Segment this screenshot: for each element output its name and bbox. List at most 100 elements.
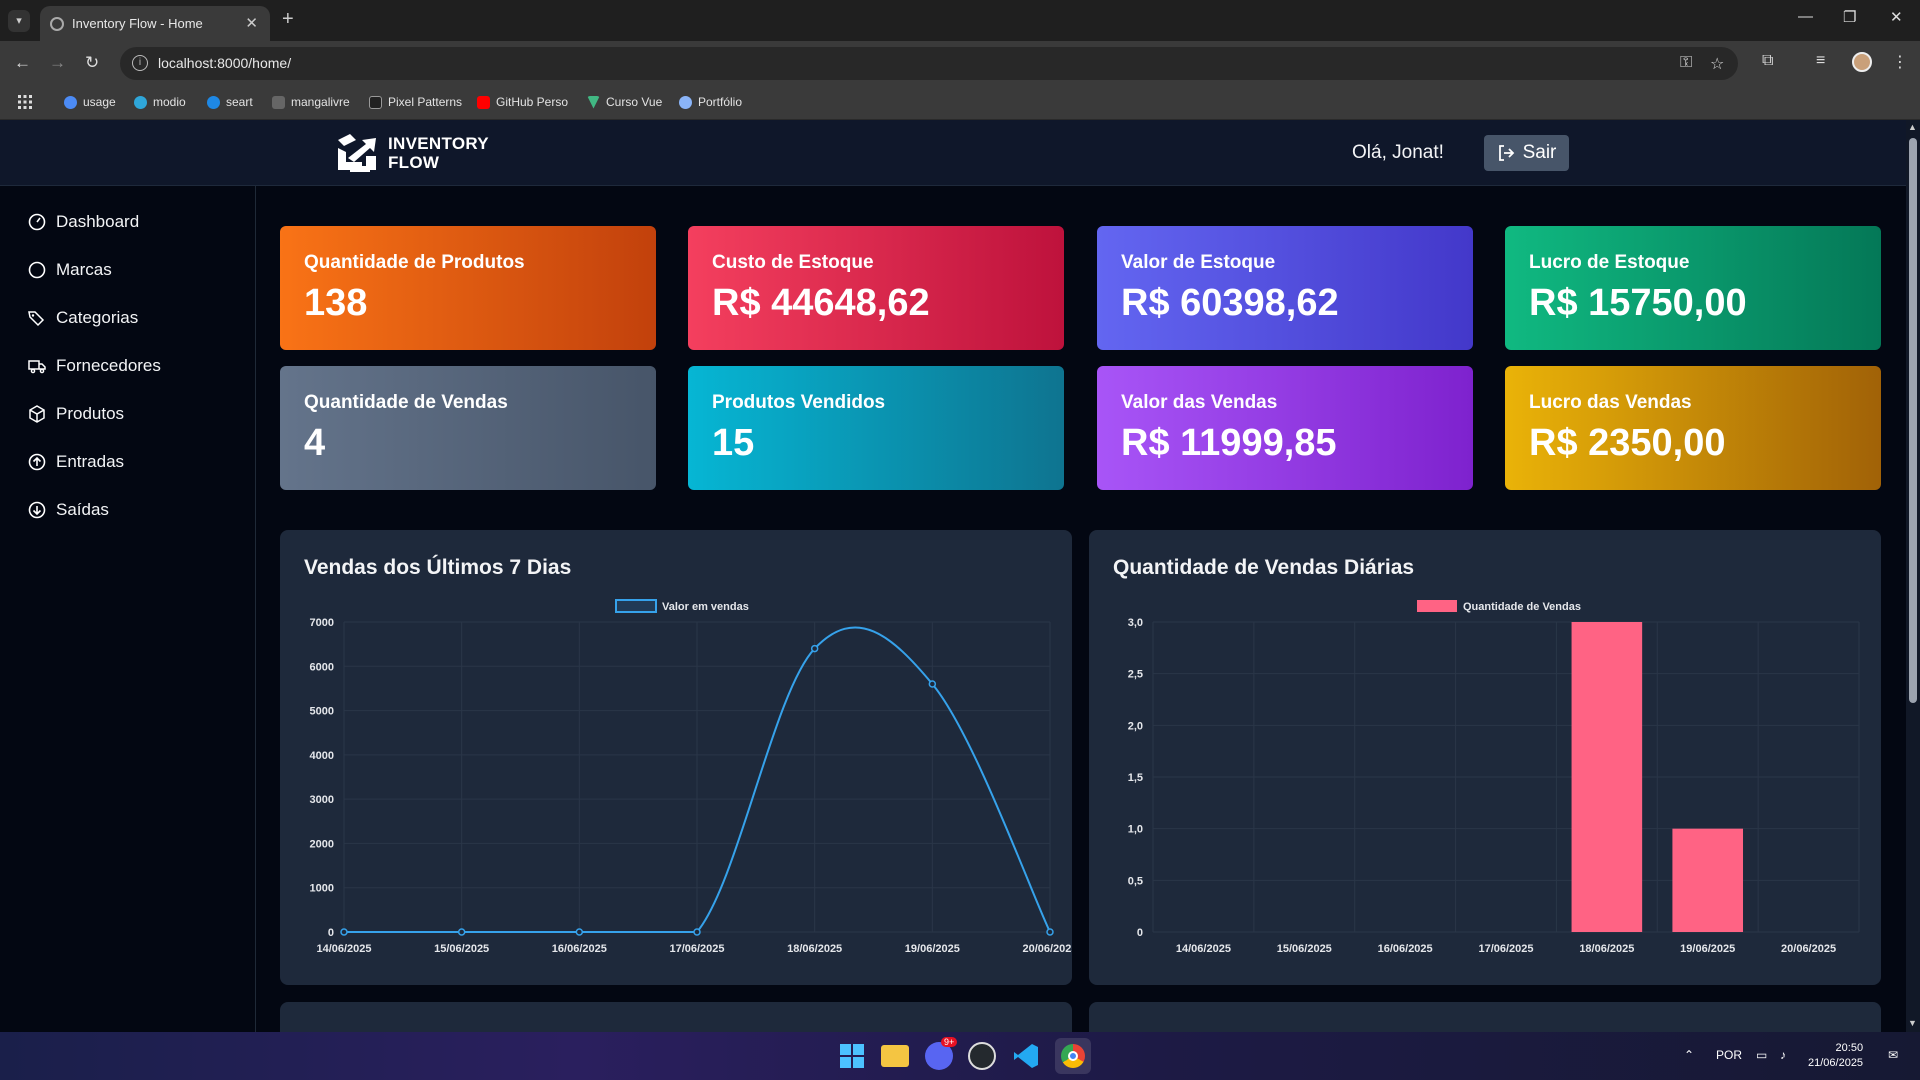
language-indicator[interactable]: POR	[1716, 1048, 1742, 1062]
github-desktop-icon[interactable]	[968, 1042, 996, 1070]
globe-icon	[50, 17, 64, 31]
bookmark-curso-vue[interactable]: Curso Vue	[587, 95, 662, 109]
legend-label: Quantidade de Vendas	[1463, 601, 1581, 613]
file-explorer-icon[interactable]	[881, 1045, 909, 1067]
x-tick-label: 17/06/2025	[1478, 943, 1533, 955]
sidebar-item-entradas[interactable]: Entradas	[28, 452, 124, 472]
y-tick-label: 3,0	[1128, 617, 1143, 629]
card-valor-vendas: Valor das Vendas R$ 11999,85	[1097, 366, 1473, 490]
legend-swatch	[1417, 600, 1457, 612]
card-custo-estoque: Custo de Estoque R$ 44648,62	[688, 226, 1064, 350]
address-url[interactable]: localhost:8000/home/	[158, 55, 291, 71]
bookmark-seart[interactable]: seart	[207, 95, 253, 109]
notification-icon[interactable]: ✉	[1888, 1048, 1898, 1062]
bookmarks-bar: usage modio seart mangalivre Pixel Patte…	[0, 86, 1920, 120]
card-label: Valor de Estoque	[1121, 252, 1276, 273]
scroll-down-icon[interactable]: ▼	[1908, 1018, 1917, 1028]
reload-icon[interactable]: ↻	[85, 53, 99, 73]
apps-grid-icon[interactable]	[18, 95, 32, 109]
browser-toolbar: ← → ↻ i localhost:8000/home/ ⚿ ☆ ⧉ ≡ ⋮	[0, 41, 1920, 86]
bookmark-mangalivre[interactable]: mangalivre	[272, 95, 350, 109]
card-label: Produtos Vendidos	[712, 392, 886, 413]
y-tick-label: 1000	[310, 883, 334, 895]
bookmark-pixel-patterns[interactable]: Pixel Patterns	[369, 95, 462, 109]
discord-icon[interactable]: 9+	[925, 1037, 958, 1070]
box-icon	[28, 405, 46, 423]
forward-icon[interactable]: →	[49, 53, 66, 73]
profile-avatar[interactable]	[1852, 52, 1872, 72]
close-window-icon[interactable]: ✕	[1890, 8, 1903, 26]
sidebar-item-fornecedores[interactable]: Fornecedores	[28, 356, 161, 376]
x-tick-label: 14/06/2025	[1176, 943, 1231, 955]
browser-tab-bar: ▾ Inventory Flow - Home ✕ + — ❐ ✕	[0, 0, 1920, 41]
user-greeting: Olá, Jonat!	[1352, 142, 1444, 163]
card-value: R$ 15750,00	[1529, 282, 1747, 324]
circle-icon	[28, 261, 46, 279]
system-clock[interactable]: 20:50 21/06/2025	[1808, 1041, 1863, 1071]
card-value: R$ 11999,85	[1121, 422, 1337, 464]
chrome-taskbar-button[interactable]	[1055, 1038, 1091, 1074]
address-bar[interactable]: i localhost:8000/home/ ⚿ ☆	[120, 47, 1738, 80]
x-tick-label: 15/06/2025	[434, 943, 489, 955]
page-scrollbar[interactable]: ▲ ▼	[1906, 120, 1920, 1032]
card-valor-estoque: Valor de Estoque R$ 60398,62	[1097, 226, 1473, 350]
y-tick-label: 5000	[310, 706, 334, 718]
x-tick-label: 17/06/2025	[669, 943, 724, 955]
back-icon[interactable]: ←	[14, 53, 31, 73]
scrollbar-thumb[interactable]	[1909, 138, 1917, 703]
bookmark-modio[interactable]: modio	[134, 95, 186, 109]
sidebar-item-marcas[interactable]: Marcas	[28, 260, 112, 280]
volume-icon[interactable]: ♪	[1780, 1048, 1786, 1062]
sidebar-item-produtos[interactable]: Produtos	[28, 404, 124, 424]
minimize-icon[interactable]: —	[1798, 8, 1813, 25]
browser-tab[interactable]: Inventory Flow - Home ✕	[40, 6, 270, 41]
reading-list-icon[interactable]: ≡	[1816, 52, 1825, 70]
x-tick-label: 16/06/2025	[552, 943, 607, 955]
bookmark-star-icon[interactable]: ☆	[1710, 54, 1724, 74]
card-label: Lucro de Estoque	[1529, 252, 1690, 273]
new-tab-icon[interactable]: +	[282, 8, 294, 31]
app-logo[interactable]: INVENTORY FLOW	[336, 130, 489, 176]
scroll-up-icon[interactable]: ▲	[1908, 122, 1917, 132]
y-tick-label: 0	[328, 927, 334, 939]
sidebar-item-dashboard[interactable]: Dashboard	[28, 212, 139, 232]
restore-icon[interactable]: ❐	[1843, 8, 1856, 26]
card-label: Valor das Vendas	[1121, 392, 1278, 413]
data-point	[340, 928, 348, 936]
data-point	[693, 928, 701, 936]
card-label: Quantidade de Produtos	[304, 252, 525, 273]
key-icon[interactable]: ⚿	[1680, 54, 1692, 72]
bookmark-portfolio[interactable]: Portfólio	[679, 95, 742, 109]
youtube-icon	[477, 95, 490, 109]
network-icon[interactable]: ▭	[1756, 1048, 1767, 1062]
y-tick-label: 0,5	[1128, 875, 1143, 887]
sidebar-item-saidas[interactable]: Saídas	[28, 500, 109, 520]
y-tick-label: 2,0	[1128, 720, 1143, 732]
extensions-icon[interactable]: ⧉	[1762, 52, 1773, 70]
windows-start-icon[interactable]	[838, 1042, 866, 1070]
x-tick-label: 19/06/2025	[1680, 943, 1735, 955]
site-info-icon[interactable]: i	[132, 55, 148, 71]
bookmark-github-perso[interactable]: GitHub Perso	[477, 95, 568, 109]
tray-chevron-up-icon[interactable]: ⌃	[1684, 1048, 1694, 1062]
tags-icon	[28, 309, 46, 327]
logout-icon	[1498, 145, 1514, 161]
bookmark-usage[interactable]: usage	[64, 95, 116, 109]
y-tick-label: 6000	[310, 661, 334, 673]
menu-kebab-icon[interactable]: ⋮	[1892, 52, 1908, 72]
sidebar-item-categorias[interactable]: Categorias	[28, 308, 138, 328]
logout-button[interactable]: Sair	[1484, 135, 1569, 171]
data-point	[1046, 928, 1054, 936]
y-tick-label: 1,5	[1128, 772, 1143, 784]
data-point	[457, 928, 466, 936]
logo-icon	[336, 130, 380, 176]
x-tick-label: 18/06/2025	[1579, 943, 1634, 955]
data-point	[575, 928, 584, 936]
tab-list-chevron-icon[interactable]: ▾	[8, 10, 30, 32]
arrow-up-circle-icon	[28, 453, 46, 471]
vscode-icon[interactable]	[1012, 1042, 1040, 1070]
close-tab-icon[interactable]: ✕	[245, 14, 258, 32]
bar	[1672, 828, 1744, 932]
sidebar: Dashboard Marcas Categorias Fornecedores…	[0, 186, 256, 1032]
card-produtos-vendidos: Produtos Vendidos 15	[688, 366, 1064, 490]
